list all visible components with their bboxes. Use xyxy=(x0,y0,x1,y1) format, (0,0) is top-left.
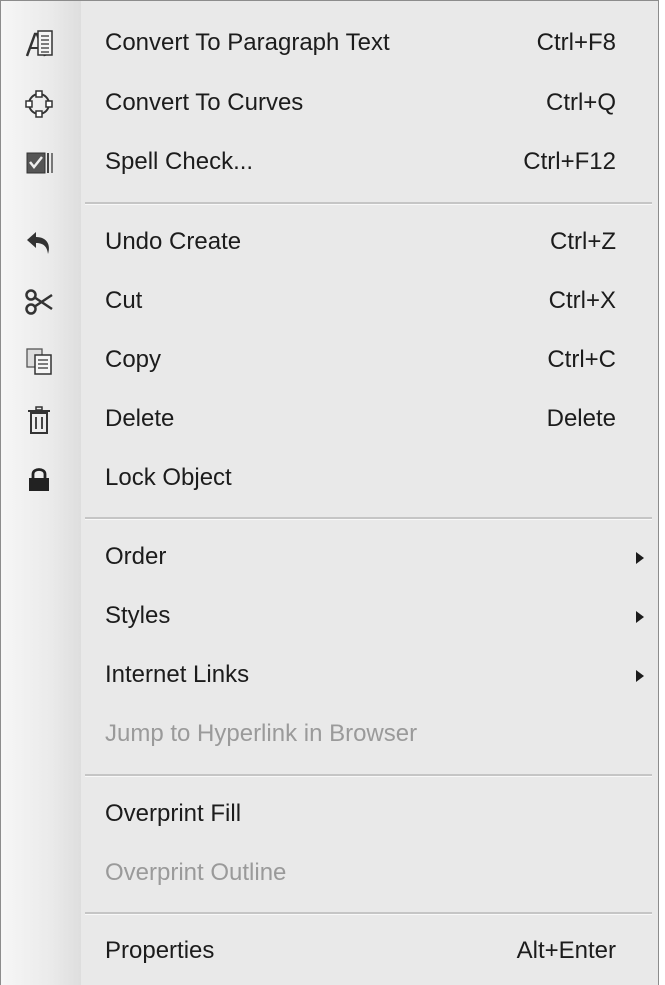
menu-item-styles[interactable]: Styles xyxy=(1,587,658,645)
menu-item-label: Spell Check... xyxy=(105,148,254,175)
scissors-icon xyxy=(23,286,55,318)
menu-item-delete[interactable]: Delete Delete xyxy=(1,390,658,448)
menu-item-label: Overprint Outline xyxy=(105,859,287,886)
menu-item-shortcut: Alt+Enter xyxy=(516,937,616,964)
menu-item-overprint-outline: Overprint Outline xyxy=(1,844,658,902)
menu-item-jump-to-hyperlink: Jump to Hyperlink in Browser xyxy=(1,705,658,763)
menu-item-spell-check[interactable]: Spell Check... Ctrl+F12 xyxy=(1,133,658,191)
menu-item-label: Overprint Fill xyxy=(105,800,242,827)
menu-item-label: Convert To Paragraph Text xyxy=(105,29,390,56)
submenu-arrow-icon xyxy=(636,552,644,564)
menu-item-shortcut: Ctrl+F12 xyxy=(523,148,616,175)
menu-item-shortcut: Ctrl+C xyxy=(547,346,616,373)
menu-item-label: Cut xyxy=(105,287,143,314)
menu-item-convert-to-paragraph-text[interactable]: Convert To Paragraph Text Ctrl+F8 xyxy=(1,14,658,72)
lock-icon xyxy=(23,463,55,495)
menu-item-shortcut: Ctrl+Q xyxy=(545,89,616,116)
menu-item-label: Properties xyxy=(105,937,215,964)
undo-icon xyxy=(23,227,55,259)
context-menu: Convert To Paragraph Text Ctrl+F8 Conver… xyxy=(0,0,659,985)
menu-item-internet-links[interactable]: Internet Links xyxy=(1,646,658,704)
menu-item-shortcut: Ctrl+F8 xyxy=(536,29,616,56)
menu-separator xyxy=(85,774,652,777)
menu-item-label: Convert To Curves xyxy=(105,89,304,116)
menu-item-shortcut: Ctrl+X xyxy=(548,287,616,314)
menu-item-label: Delete xyxy=(105,405,175,432)
menu-item-label: Order xyxy=(105,543,167,570)
menu-item-properties[interactable]: Properties Alt+Enter xyxy=(1,922,658,980)
menu-item-label: Internet Links xyxy=(105,661,250,688)
menu-item-convert-to-curves[interactable]: Convert To Curves Ctrl+Q xyxy=(1,74,658,132)
menu-item-label: Styles xyxy=(105,602,171,629)
menu-item-label: Copy xyxy=(105,346,162,373)
menu-item-undo-create[interactable]: Undo Create Ctrl+Z xyxy=(1,213,658,271)
menu-item-overprint-fill[interactable]: Overprint Fill xyxy=(1,785,658,843)
copy-icon xyxy=(23,345,55,377)
menu-item-label: Undo Create xyxy=(105,228,242,255)
menu-item-order[interactable]: Order xyxy=(1,528,658,586)
menu-item-cut[interactable]: Cut Ctrl+X xyxy=(1,272,658,330)
menu-separator xyxy=(85,517,652,520)
convert-curves-icon xyxy=(23,88,55,120)
menu-separator xyxy=(85,202,652,205)
menu-item-shortcut: Ctrl+Z xyxy=(550,228,616,255)
paragraph-text-icon xyxy=(23,28,55,60)
trash-icon xyxy=(23,404,55,436)
menu-item-lock-object[interactable]: Lock Object xyxy=(1,449,658,507)
submenu-arrow-icon xyxy=(636,611,644,623)
menu-item-copy[interactable]: Copy Ctrl+C xyxy=(1,331,658,389)
menu-separator xyxy=(85,912,652,915)
spell-check-icon xyxy=(23,147,55,179)
menu-item-label: Jump to Hyperlink in Browser xyxy=(105,720,418,747)
menu-item-shortcut: Delete xyxy=(546,405,616,432)
menu-item-label: Lock Object xyxy=(105,464,232,491)
submenu-arrow-icon xyxy=(636,670,644,682)
